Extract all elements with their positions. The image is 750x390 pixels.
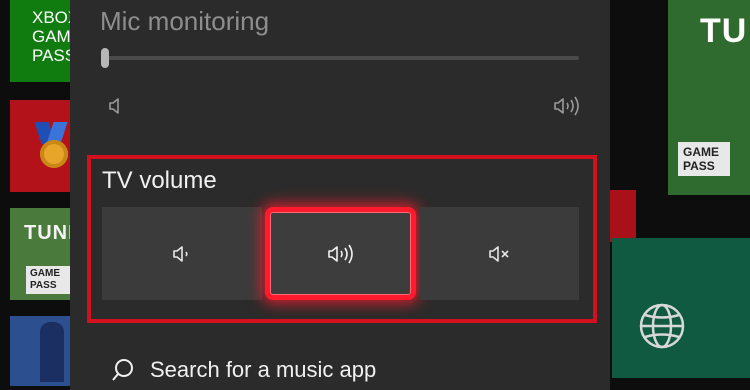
tunic-featured-tile[interactable]: TU GAME PASS (668, 0, 750, 195)
search-music-app-button[interactable]: Search for a music app (150, 357, 376, 383)
game-pass-tile-text: XBOX GAME PASS (32, 8, 70, 65)
achievements-tile[interactable] (10, 100, 70, 192)
search-icon (112, 359, 133, 381)
mic-monitoring-label: Mic monitoring (100, 6, 270, 36)
tv-volume-high-button[interactable] (265, 207, 416, 300)
xbox-game-pass-tile[interactable]: XBOX GAME PASS (10, 0, 70, 82)
tunic-game-tile[interactable]: TUNI GAME PASS (10, 208, 70, 300)
globe-icon[interactable] (638, 302, 686, 350)
hockey-game-tile[interactable] (10, 316, 70, 386)
speaker-high-icon (327, 244, 353, 263)
featured-title: TU (700, 12, 748, 50)
medal-icon (40, 140, 68, 168)
tunic-title: TUNI (24, 222, 70, 244)
speaker-low-icon (109, 98, 119, 114)
player-figure (40, 322, 64, 382)
tv-volume-mute-button[interactable] (420, 207, 579, 300)
game-pass-badge: GAME PASS (26, 266, 70, 294)
speaker-high-icon (554, 96, 579, 116)
mic-monitoring-slider-track[interactable] (104, 56, 579, 60)
tv-volume-low-button[interactable] (102, 207, 262, 300)
mic-monitoring-slider-thumb[interactable] (101, 48, 109, 68)
speaker-low-icon (173, 245, 188, 262)
speaker-mute-icon (488, 245, 509, 262)
tv-volume-label: TV volume (102, 167, 217, 194)
game-pass-badge: GAME PASS (678, 142, 730, 176)
